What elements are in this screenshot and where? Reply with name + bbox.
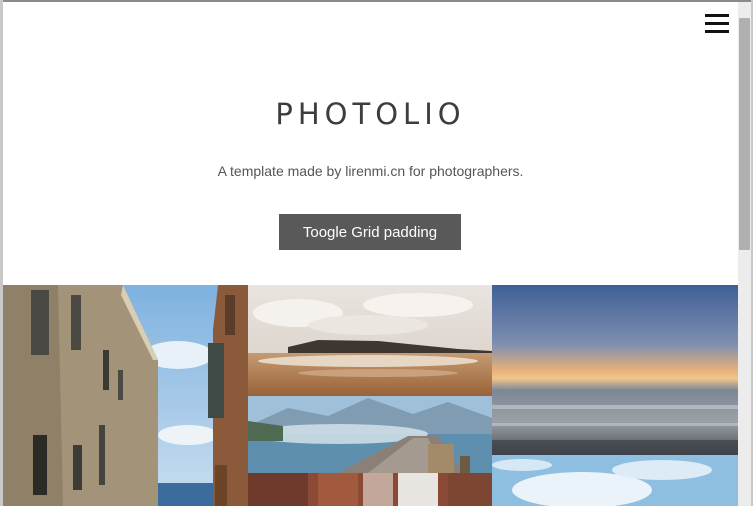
lake-pier-photo[interactable] [248,396,492,473]
sky-clouds-photo[interactable] [492,455,738,506]
toggle-grid-padding-button[interactable]: Toogle Grid padding [279,214,461,250]
scrollbar-thumb[interactable] [739,18,750,250]
street-buildings-photo[interactable] [3,285,248,506]
page-subtitle: A template made by lirenmi.cn for photog… [217,163,524,179]
beach-clouds-photo[interactable] [248,285,492,396]
sunset-sea-photo[interactable] [492,285,738,455]
vertical-scrollbar[interactable] [738,2,751,506]
hamburger-menu-icon[interactable] [705,14,729,36]
page-title: PHOTOLIO [275,97,466,131]
photo-grid [3,285,738,506]
rooftops-photo[interactable] [248,473,492,506]
window-top-border [0,0,753,2]
